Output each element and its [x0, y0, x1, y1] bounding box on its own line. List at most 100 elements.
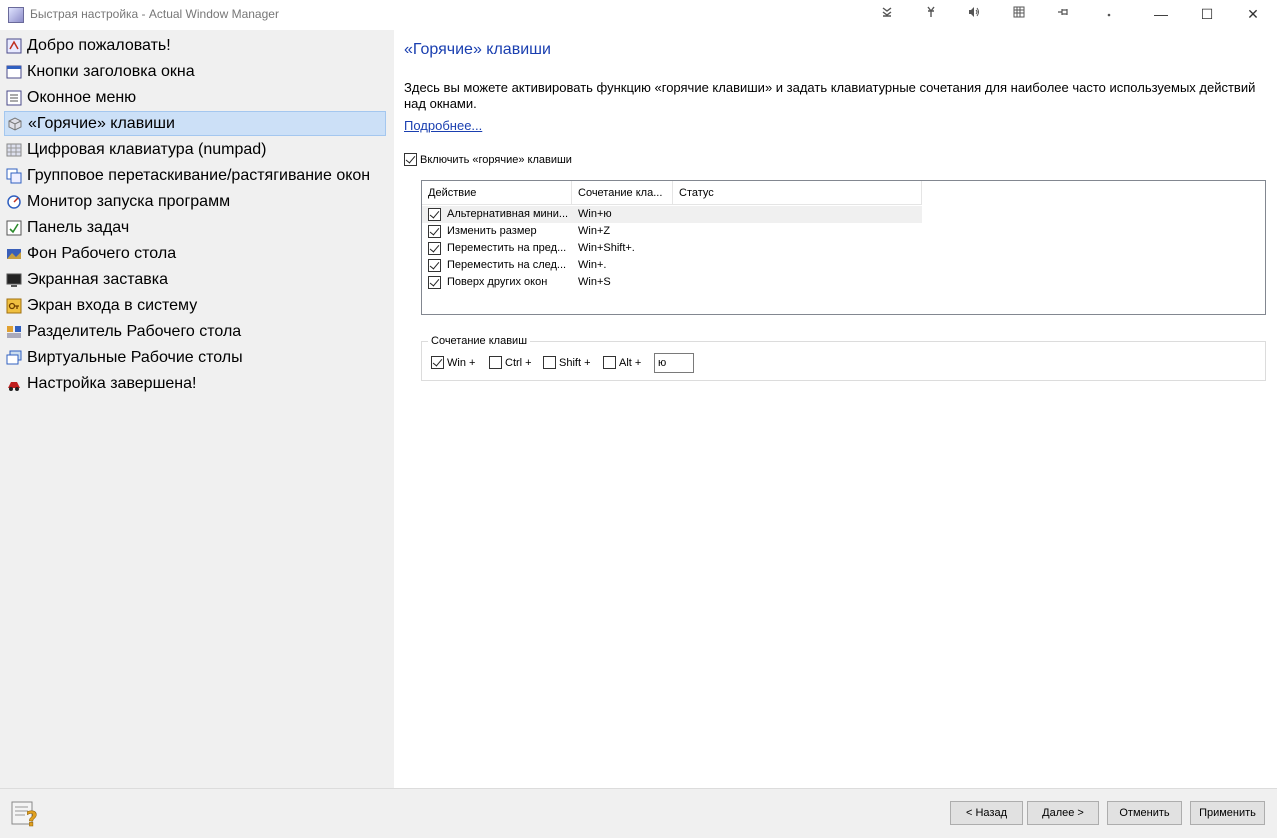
combo-cell: Win+S [578, 276, 611, 288]
combo-cell: Win+Z [578, 225, 611, 237]
title-buttons-icon [6, 64, 22, 80]
sidebar-item-label: Панель задач [27, 218, 130, 236]
sidebar: Добро пожаловать! Кнопки заголовка окна … [0, 30, 394, 788]
sidebar-item-label: Виртуальные Рабочие столы [27, 348, 243, 366]
cancel-button[interactable]: Отменить [1107, 801, 1182, 825]
apply-button[interactable]: Применить [1190, 801, 1265, 825]
sidebar-item-label: Экранная заставка [27, 270, 169, 288]
action-cell: Поверх других окон [447, 276, 548, 288]
grid-icon[interactable] [1008, 4, 1030, 24]
back-button[interactable]: < Назад [950, 801, 1023, 825]
row-checkbox[interactable] [428, 208, 441, 221]
modifier-label: Ctrl + [505, 356, 532, 369]
next-button[interactable]: Далее > [1027, 801, 1099, 825]
window-menu-icon [6, 90, 22, 106]
list-item[interactable]: Альтернативная мини... Win+ю [422, 206, 922, 223]
sidebar-item-group-drag[interactable]: Групповое перетаскивание/растягивание ок… [4, 163, 386, 188]
sidebar-item-window-menu[interactable]: Оконное меню [4, 85, 386, 110]
sidebar-item-label: Фон Рабочего стола [27, 244, 177, 262]
checkbox[interactable] [543, 356, 556, 369]
sidebar-item-label: Добро пожаловать! [27, 36, 171, 54]
collapse-icon[interactable] [876, 4, 898, 24]
sidebar-item-finish[interactable]: Настройка завершена! [4, 371, 386, 396]
pushpin-icon[interactable] [1052, 4, 1074, 24]
speaker-icon[interactable] [963, 4, 985, 24]
minimize-button[interactable]: — [1138, 0, 1184, 30]
sidebar-item-label: Монитор запуска программ [27, 192, 231, 210]
shift-modifier-checkbox[interactable]: Shift + [543, 356, 591, 369]
row-checkbox[interactable] [428, 259, 441, 272]
list-item[interactable]: Переместить на след... Win+. [422, 257, 922, 274]
wallpaper-icon [6, 246, 22, 262]
sidebar-item-desktop-divider[interactable]: Разделитель Рабочего стола [4, 319, 386, 344]
checkbox[interactable] [489, 356, 502, 369]
enable-hotkeys-checkbox[interactable]: Включить «горячие» клавиши [404, 153, 572, 166]
window-title: Быстрая настройка - Actual Window Manage… [30, 7, 279, 21]
sidebar-item-label: Кнопки заголовка окна [27, 62, 195, 80]
startup-monitor-icon [6, 194, 22, 210]
finish-icon [6, 376, 22, 392]
enable-hotkeys-label: Включить «горячие» клавиши [420, 153, 572, 166]
sidebar-item-hotkeys[interactable]: «Горячие» клавиши [4, 111, 386, 136]
checkbox[interactable] [603, 356, 616, 369]
list-item[interactable]: Поверх других окон Win+S [422, 274, 922, 291]
modifier-label: Shift + [559, 356, 591, 369]
screensaver-icon [6, 272, 22, 288]
shortcut-group: Сочетание клавиш Win + Ctrl + Shift + Al… [421, 335, 1266, 381]
sidebar-item-title-buttons[interactable]: Кнопки заголовка окна [4, 59, 386, 84]
combo-cell: Win+Shift+. [578, 242, 635, 254]
svg-text:?: ? [26, 807, 38, 828]
combo-cell: Win+ю [578, 208, 612, 220]
logon-screen-icon [6, 298, 22, 314]
action-cell: Альтернативная мини... [447, 208, 569, 220]
help-icon[interactable]: ? [11, 800, 41, 831]
maximize-button[interactable]: ☐ [1184, 0, 1230, 30]
column-header-combo[interactable]: Сочетание кла... [572, 181, 673, 205]
alt-modifier-checkbox[interactable]: Alt + [603, 356, 641, 369]
checkbox[interactable] [431, 356, 444, 369]
sidebar-item-numpad[interactable]: Цифровая клавиатура (numpad) [4, 137, 386, 162]
page-title: «Горячие» клавиши [404, 41, 551, 58]
sidebar-item-screensaver[interactable]: Экранная заставка [4, 267, 386, 292]
numpad-icon [6, 142, 22, 158]
sidebar-item-wallpaper[interactable]: Фон Рабочего стола [4, 241, 386, 266]
sidebar-item-taskbar[interactable]: Панель задач [4, 215, 386, 240]
list-item[interactable]: Переместить на пред... Win+Shift+. [422, 240, 922, 257]
pin-icon[interactable] [920, 4, 942, 24]
win-modifier-checkbox[interactable]: Win + [431, 356, 475, 369]
shortcut-group-title: Сочетание клавиш [428, 335, 531, 347]
row-checkbox[interactable] [428, 276, 441, 289]
content-panel: «Горячие» клавиши Здесь вы можете активи… [394, 30, 1277, 788]
group-drag-icon [6, 168, 22, 184]
more-info-link[interactable]: Подробнее... [404, 118, 482, 133]
desktop-divider-icon [6, 324, 22, 340]
dot-icon[interactable] [1098, 4, 1120, 24]
sidebar-item-virtual-desktops[interactable]: Виртуальные Рабочие столы [4, 345, 386, 370]
action-cell: Переместить на след... [447, 259, 567, 271]
sidebar-item-label: Настройка завершена! [27, 374, 197, 392]
hotkeys-list[interactable]: Действие Сочетание кла... Статус Альтерн… [421, 180, 1266, 315]
list-item[interactable]: Изменить размер Win+Z [422, 223, 922, 240]
column-header-status[interactable]: Статус [673, 181, 922, 205]
sidebar-item-label: Групповое перетаскивание/растягивание ок… [27, 166, 371, 184]
page-description: Здесь вы можете активировать функцию «го… [404, 80, 1256, 111]
key-input[interactable]: ю [654, 353, 694, 373]
row-checkbox[interactable] [428, 225, 441, 238]
close-button[interactable]: ✕ [1230, 0, 1276, 30]
modifier-label: Alt + [619, 356, 642, 369]
list-header: Действие Сочетание кла... Статус [422, 181, 922, 205]
welcome-icon [6, 38, 22, 54]
ctrl-modifier-checkbox[interactable]: Ctrl + [489, 356, 532, 369]
action-cell: Переместить на пред... [447, 242, 567, 254]
checkbox[interactable] [404, 153, 417, 166]
taskbar-icon [6, 220, 22, 236]
sidebar-item-logon-screen[interactable]: Экран входа в систему [4, 293, 386, 318]
hotkeys-icon [7, 116, 23, 132]
footer-bar: ? < Назад Далее > Отменить Применить [0, 788, 1277, 838]
sidebar-item-label: «Горячие» клавиши [28, 114, 175, 132]
sidebar-item-startup-monitor[interactable]: Монитор запуска программ [4, 189, 386, 214]
sidebar-item-welcome[interactable]: Добро пожаловать! [4, 33, 386, 58]
row-checkbox[interactable] [428, 242, 441, 255]
column-header-action[interactable]: Действие [422, 181, 572, 205]
sidebar-item-label: Разделитель Рабочего стола [27, 322, 242, 340]
